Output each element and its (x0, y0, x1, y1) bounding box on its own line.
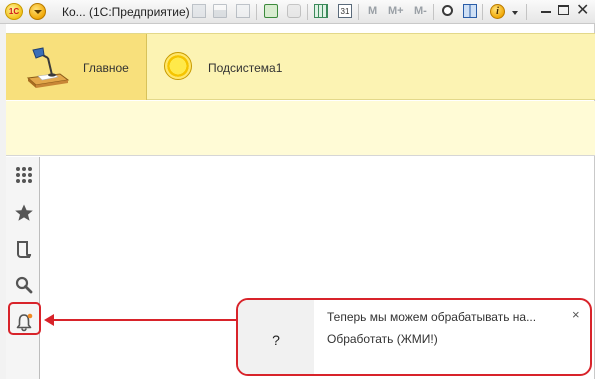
section-main[interactable]: Главное (6, 34, 147, 100)
maximize-button[interactable] (558, 5, 569, 15)
pointer-arrow-line (52, 319, 236, 321)
toolbar-divider (433, 4, 434, 20)
print-icon[interactable] (213, 4, 227, 18)
pointer-arrow-head (44, 314, 54, 326)
memory-minus-button[interactable]: M- (414, 5, 427, 17)
link-icon[interactable] (287, 4, 301, 18)
memory-plus-button[interactable]: M+ (388, 5, 404, 17)
window-title-app: (1С:Предприятие) (89, 5, 190, 19)
notification-popup[interactable]: ? Теперь мы можем обрабатывать на... Обр… (236, 298, 592, 376)
app-window: 1С Ко... (1С:Предприятие) 31 M M+ M- i ✕ (0, 0, 595, 379)
notification-text: Теперь мы можем обрабатывать на... (327, 310, 537, 324)
calculator-icon[interactable] (314, 4, 328, 18)
save-icon[interactable] (192, 4, 206, 18)
toolbar-divider (307, 4, 308, 20)
commands-band (6, 101, 595, 156)
notification-action-link[interactable]: Обработать (ЖМИ!) (327, 332, 438, 346)
main-menu-button[interactable] (29, 3, 46, 20)
toolbar-divider (526, 4, 527, 20)
info-icon[interactable]: i (490, 4, 505, 19)
calendar-icon[interactable]: 31 (338, 4, 352, 18)
notification-close-icon[interactable]: × (572, 307, 580, 322)
toolbar-divider (256, 4, 257, 20)
toolbar-divider (482, 4, 483, 20)
yellow-circle-icon[interactable] (164, 52, 192, 80)
upload-icon[interactable] (264, 4, 278, 18)
app-logo-icon[interactable]: 1С (5, 3, 23, 20)
preview-icon[interactable] (236, 4, 250, 18)
minimize-button[interactable] (541, 11, 551, 13)
panels-icon[interactable] (463, 4, 477, 18)
sections-panel: Главное Подсистема1 (6, 33, 595, 100)
section-subsystem-label[interactable]: Подсистема1 (208, 61, 282, 75)
history-icon[interactable] (14, 239, 34, 259)
grid-icon[interactable] (14, 165, 34, 185)
toolbar-divider (358, 4, 359, 20)
title-bar: 1С Ко... (1С:Предприятие) 31 M M+ M- i ✕ (0, 0, 595, 24)
question-icon: ? (238, 300, 314, 374)
window-title-prefix: Ко... (62, 5, 86, 19)
zoom-icon[interactable] (442, 5, 453, 16)
search-icon[interactable] (14, 275, 34, 295)
window-title: Ко... (1С:Предприятие) (62, 5, 190, 19)
close-button[interactable]: ✕ (576, 2, 589, 20)
left-toolbar (6, 157, 40, 379)
star-icon[interactable] (14, 203, 34, 223)
memory-button[interactable]: M (368, 5, 377, 17)
desk-lamp-icon (26, 47, 70, 88)
section-main-label: Главное (83, 61, 129, 75)
bell-highlight-frame (8, 302, 41, 335)
chevron-down-icon[interactable] (512, 11, 518, 15)
